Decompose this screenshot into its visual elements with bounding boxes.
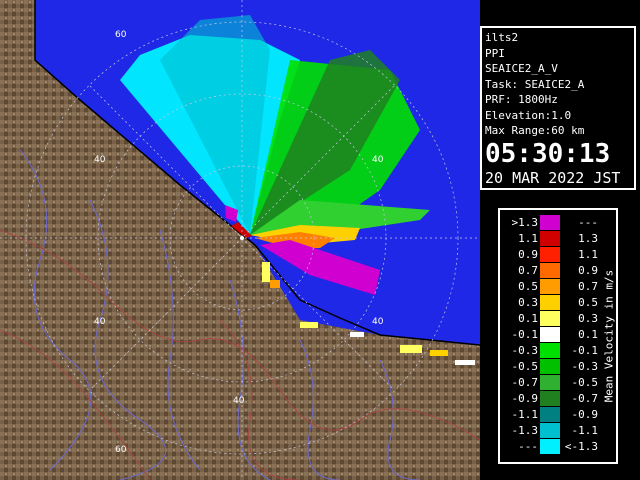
legend-row: 1.1 1.3 [500, 231, 600, 246]
legend-color-swatch [540, 215, 560, 230]
product-info-panel: ilts2 PPI SEAICE2_A_V Task: SEAICE2_A PR… [480, 26, 636, 190]
legend-color-swatch [540, 359, 560, 374]
legend-lower-bound: 0.3 [518, 296, 538, 309]
legend-row: -0.9 -0.7 [500, 391, 600, 406]
elevation-value: Elevation:1.0 [485, 108, 572, 122]
legend-upper-bound: -1.1 [571, 424, 599, 437]
legend-upper-bound: 0.9 [578, 264, 598, 277]
legend-upper-bound: 0.1 [578, 328, 598, 341]
legend-upper-bound: --- [578, 216, 598, 229]
velocity-color-legend: >1.3 --- 1.1 1.3 0.9 1.1 0.7 0.9 0.5 0.7 0.3 0.5 0.1… [498, 208, 618, 464]
ring-label-40-upper: 40 [94, 155, 106, 165]
legend-lower-bound: 0.5 [518, 280, 538, 293]
legend-color-swatch [540, 247, 560, 262]
legend-upper-bound: 0.7 [578, 280, 598, 293]
legend-lower-bound: >1.3 [511, 216, 539, 229]
legend-row: -0.5 -0.3 [500, 359, 600, 374]
ring-label-60-top: 60 [115, 30, 127, 40]
legend-row: 0.7 0.9 [500, 263, 600, 278]
legend-upper-bound: -0.3 [571, 360, 599, 373]
scan-date: 20 MAR 2022 JST [485, 168, 621, 187]
legend-lower-bound: -0.9 [511, 392, 539, 405]
legend-upper-bound: 1.1 [578, 248, 598, 261]
legend-color-swatch [540, 375, 560, 390]
legend-lower-bound: --- [518, 440, 538, 453]
legend-color-swatch [540, 279, 560, 294]
legend-color-swatch [540, 423, 560, 438]
legend-lower-bound: 0.7 [518, 264, 538, 277]
product-type: PPI [485, 46, 505, 60]
legend-color-swatch [540, 439, 560, 454]
legend-lower-bound: -0.5 [511, 360, 539, 373]
ring-label-40-lower: 40 [372, 317, 384, 327]
legend-row: 0.9 1.1 [500, 247, 600, 262]
legend-row: -0.3 -0.1 [500, 343, 600, 358]
legend-color-swatch [540, 311, 560, 326]
legend-title: Mean Velocity in m/s [600, 210, 618, 462]
site-name: ilts2 [485, 31, 519, 44]
legend-upper-bound: 0.3 [578, 312, 598, 325]
ring-label-40-left: 40 [94, 317, 106, 327]
legend-lower-bound: -0.3 [511, 344, 539, 357]
prf-value: PRF: 1800Hz [485, 93, 558, 106]
radar-ppi-display: 60 40 40 40 40 40 60 [0, 0, 480, 480]
legend-color-swatch [540, 343, 560, 358]
scan-time: 05:30:13 [485, 138, 611, 169]
legend-color-swatch [540, 231, 560, 246]
legend-row: 0.5 0.7 [500, 279, 600, 294]
legend-upper-bound: 1.3 [578, 232, 598, 245]
legend-lower-bound: -1.3 [511, 424, 539, 437]
legend-row: >1.3 --- [500, 215, 600, 230]
legend-lower-bound: 1.1 [518, 232, 538, 245]
legend-title-text: Mean Velocity in m/s [602, 269, 616, 403]
legend-row: -1.3 -1.1 [500, 423, 600, 438]
task-name: Task: SEAICE2_A [485, 77, 585, 91]
legend-color-swatch [540, 295, 560, 310]
legend-color-swatch [540, 391, 560, 406]
legend-row: -1.1 -0.9 [500, 407, 600, 422]
ring-label-40-right: 40 [372, 155, 384, 165]
legend-color-swatch [540, 327, 560, 342]
legend-row: -0.7 -0.5 [500, 375, 600, 390]
legend-upper-bound: -0.7 [571, 392, 599, 405]
legend-row: -0.1 0.1 [500, 327, 600, 342]
legend-lower-bound: -1.1 [511, 408, 539, 421]
legend-color-swatch [540, 263, 560, 278]
max-range-value: Max Range:60 km [485, 124, 585, 137]
ring-label-60-bottom: 60 [115, 445, 127, 455]
legend-row: 0.3 0.5 [500, 295, 600, 310]
ring-label-40-bottom: 40 [233, 396, 245, 406]
radar-site-marker [240, 236, 244, 240]
legend-lower-bound: -0.7 [511, 376, 539, 389]
volume-name: SEAICE2_A_V [485, 62, 558, 75]
legend-upper-bound: -0.1 [571, 344, 599, 357]
legend-upper-bound: <-1.3 [564, 440, 598, 453]
legend-row: 0.1 0.3 [500, 311, 600, 326]
legend-color-swatch [540, 407, 560, 422]
legend-upper-bound: -0.5 [571, 376, 599, 389]
legend-upper-bound: -0.9 [571, 408, 599, 421]
legend-lower-bound: 0.1 [518, 312, 538, 325]
legend-upper-bound: 0.5 [578, 296, 598, 309]
legend-lower-bound: 0.9 [518, 248, 538, 261]
legend-lower-bound: -0.1 [511, 328, 539, 341]
legend-row: --- <-1.3 [500, 439, 600, 454]
